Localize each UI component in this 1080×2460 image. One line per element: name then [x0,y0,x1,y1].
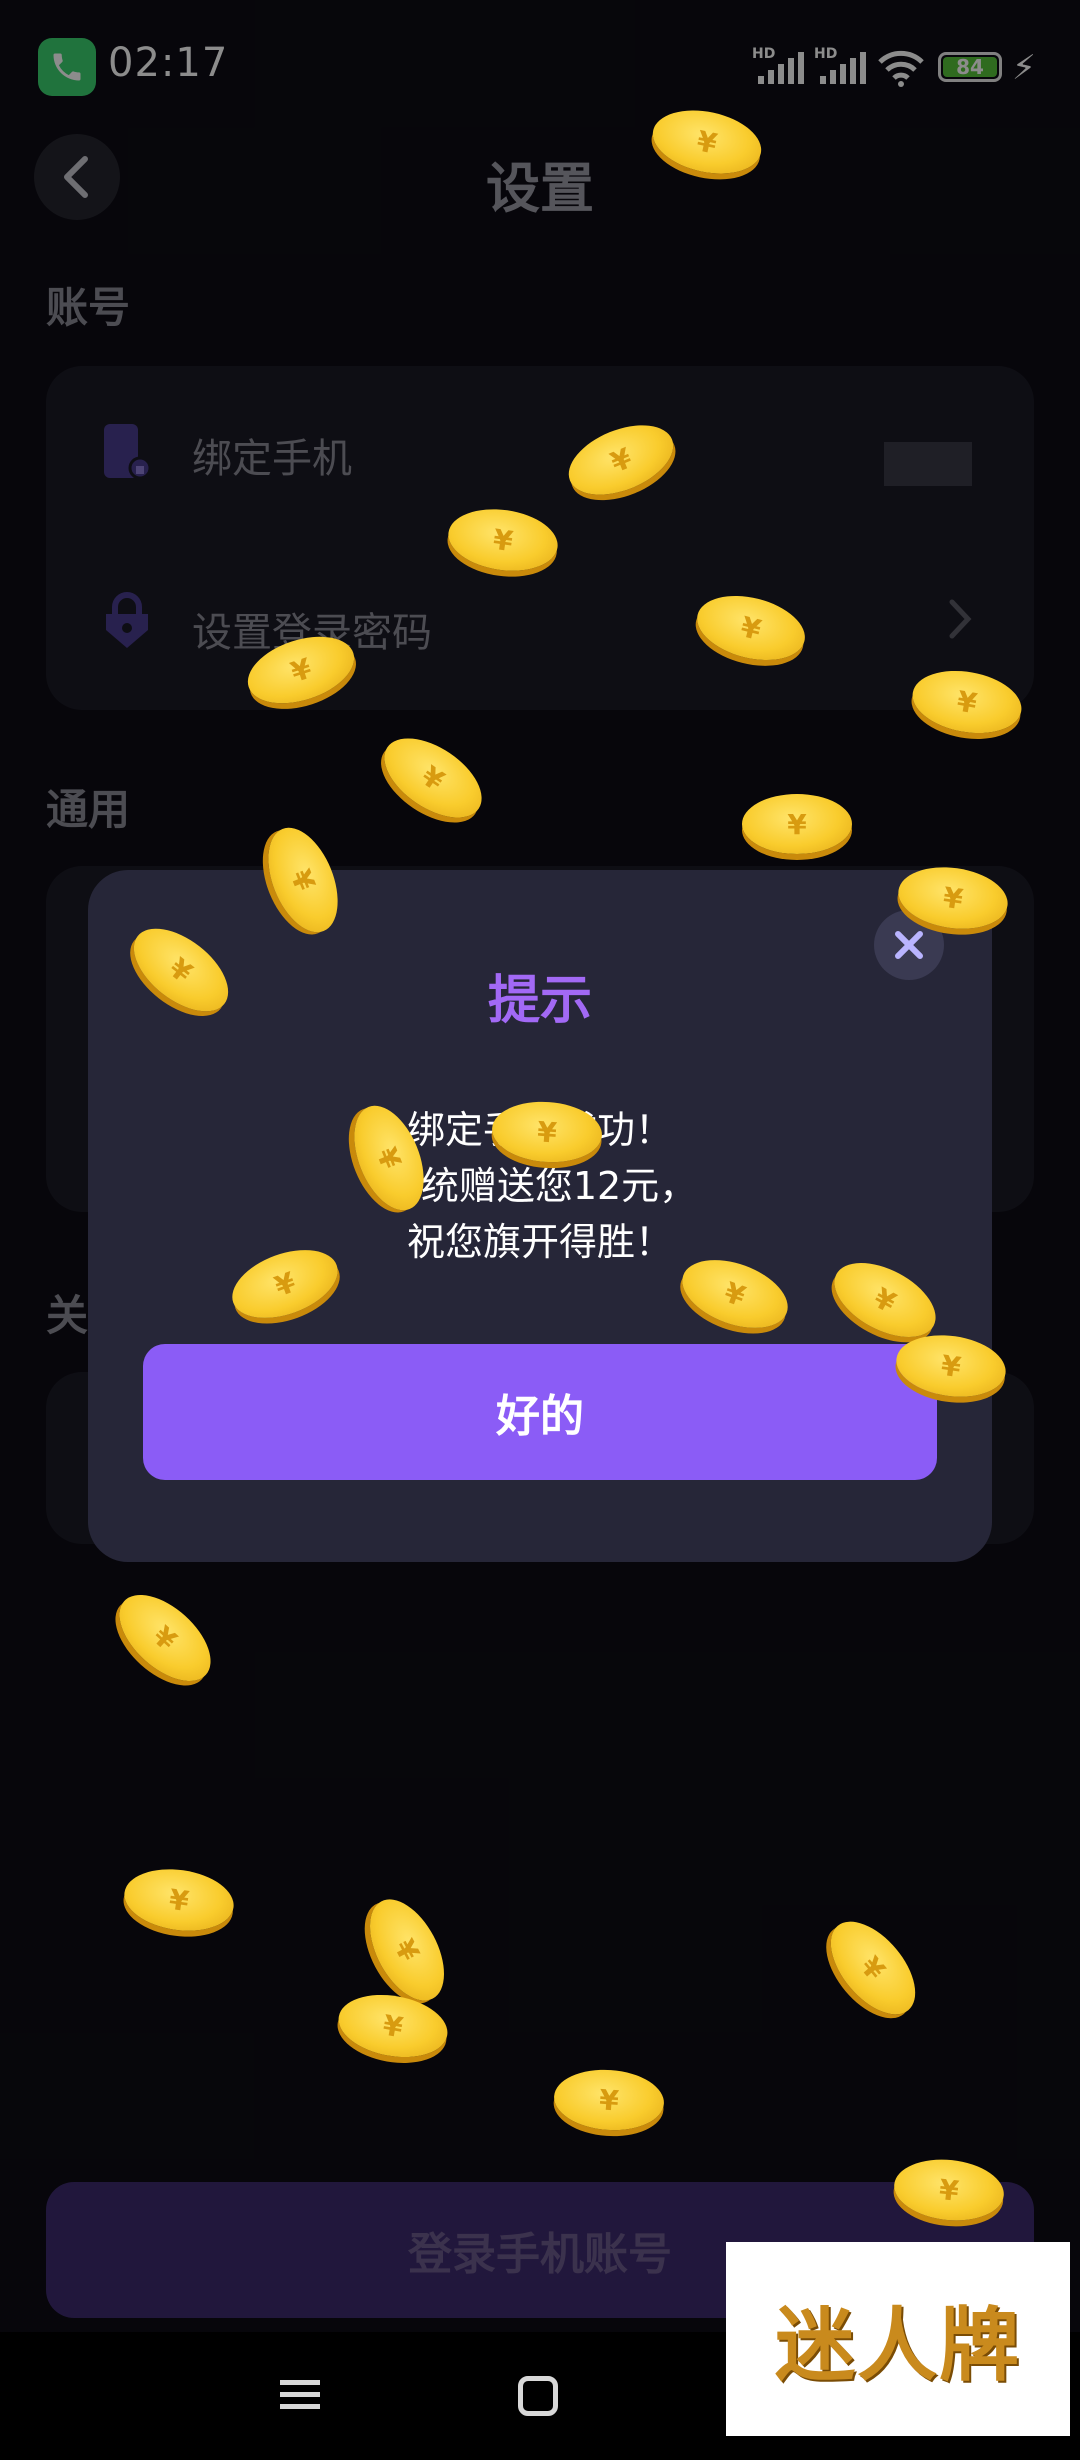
close-icon [895,931,923,959]
dialog-message-line: 祝您旗开得胜！ [406,1220,673,1264]
menu-icon[interactable] [280,2378,320,2412]
watermark-text: 迷人牌 [775,2298,1021,2392]
watermark-logo: 迷人牌 [726,2242,1070,2436]
coin-icon: ¥ [742,794,852,854]
dialog-message-line: 系统赠送您12元， [382,1164,698,1208]
home-square-icon[interactable] [518,2376,558,2416]
ok-button[interactable]: 好的 [143,1344,937,1480]
